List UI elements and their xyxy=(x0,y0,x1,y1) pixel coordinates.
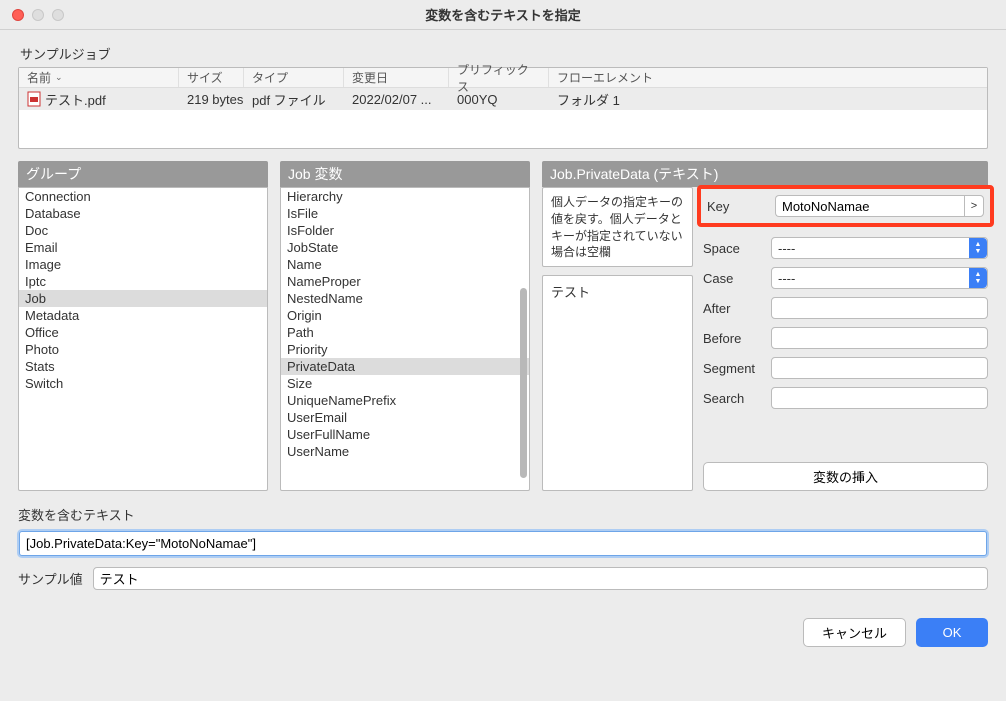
after-label: After xyxy=(703,301,761,316)
segment-input[interactable] xyxy=(771,357,988,379)
list-item[interactable]: Size xyxy=(281,375,529,392)
header-name[interactable]: 名前 ⌄ xyxy=(19,68,179,87)
list-item[interactable]: Database xyxy=(19,205,267,222)
list-item[interactable]: Image xyxy=(19,256,267,273)
cell-name: テスト.pdf xyxy=(19,88,179,111)
list-item[interactable]: JobState xyxy=(281,239,529,256)
list-item[interactable]: Email xyxy=(19,239,267,256)
list-item[interactable]: Name xyxy=(281,256,529,273)
list-item[interactable]: UniqueNamePrefix xyxy=(281,392,529,409)
table-row[interactable]: テスト.pdf 219 bytes pdf ファイル 2022/02/07 ..… xyxy=(19,88,987,110)
table-headers: 名前 ⌄ サイズ タイプ 変更日 プリフィックス フローエレメント xyxy=(19,68,987,88)
after-input[interactable] xyxy=(771,297,988,319)
dialog-footer: キャンセル OK xyxy=(0,600,1006,657)
cancel-button[interactable]: キャンセル xyxy=(803,618,906,647)
case-label: Case xyxy=(703,271,761,286)
sample-value-label: サンプル値 xyxy=(18,569,83,588)
insert-variable-button[interactable]: 変数の挿入 xyxy=(703,462,988,491)
list-item[interactable]: Path xyxy=(281,324,529,341)
list-item[interactable]: IsFile xyxy=(281,205,529,222)
close-window-button[interactable] xyxy=(12,9,24,21)
list-item[interactable]: NameProper xyxy=(281,273,529,290)
group-panel-header: グループ xyxy=(18,161,268,187)
cell-size: 219 bytes xyxy=(179,90,244,109)
cell-prefix: 000YQ xyxy=(449,90,549,109)
list-item[interactable]: Hierarchy xyxy=(281,188,529,205)
key-row-highlight: Key > xyxy=(697,185,994,227)
select-arrows-icon: ▲▼ xyxy=(969,268,987,288)
header-flow[interactable]: フローエレメント xyxy=(549,68,987,87)
sample-job-table: 名前 ⌄ サイズ タイプ 変更日 プリフィックス フローエレメント テスト.pd… xyxy=(18,67,988,149)
window-controls xyxy=(12,9,64,21)
header-date[interactable]: 変更日 xyxy=(344,68,449,87)
maximize-window-button xyxy=(52,9,64,21)
select-arrows-icon: ▲▼ xyxy=(969,238,987,258)
sample-value-input[interactable] xyxy=(93,567,988,590)
description-box: 個人データの指定キーの値を戻す。個人データとキーが指定されていない場合は空欄 xyxy=(542,187,693,267)
group-panel: グループ ConnectionDatabaseDocEmailImageIptc… xyxy=(18,161,268,491)
ok-button[interactable]: OK xyxy=(916,618,988,647)
vars-panel: Job 変数 HierarchyIsFileIsFolderJobStateNa… xyxy=(280,161,530,491)
list-item[interactable]: Switch xyxy=(19,375,267,392)
list-item[interactable]: Job xyxy=(19,290,267,307)
before-label: Before xyxy=(703,331,761,346)
details-panel: Job.PrivateData (テキスト) 個人データの指定キーの値を戻す。個… xyxy=(542,161,988,491)
variable-text-input[interactable] xyxy=(18,530,988,557)
details-panel-header: Job.PrivateData (テキスト) xyxy=(542,161,988,187)
list-item[interactable]: Origin xyxy=(281,307,529,324)
group-listbox[interactable]: ConnectionDatabaseDocEmailImageIptcJobMe… xyxy=(18,187,268,491)
list-item[interactable]: Doc xyxy=(19,222,267,239)
list-item[interactable]: PrivateData xyxy=(281,358,529,375)
list-item[interactable]: Iptc xyxy=(19,273,267,290)
list-item[interactable]: Priority xyxy=(281,341,529,358)
window-title: 変数を含むテキストを指定 xyxy=(12,5,994,24)
search-label: Search xyxy=(703,391,761,406)
list-item[interactable]: Metadata xyxy=(19,307,267,324)
list-item[interactable]: Office xyxy=(19,324,267,341)
vars-panel-header: Job 変数 xyxy=(280,161,530,187)
list-item[interactable]: UserName xyxy=(281,443,529,460)
before-input[interactable] xyxy=(771,327,988,349)
titlebar: 変数を含むテキストを指定 xyxy=(0,0,1006,30)
key-input[interactable] xyxy=(775,195,964,217)
vars-listbox[interactable]: HierarchyIsFileIsFolderJobStateNameNameP… xyxy=(280,187,530,491)
list-item[interactable]: Stats xyxy=(19,358,267,375)
header-type[interactable]: タイプ xyxy=(244,68,344,87)
cell-flow: フォルダ 1 xyxy=(549,88,987,111)
list-item[interactable]: UserEmail xyxy=(281,409,529,426)
cell-type: pdf ファイル xyxy=(244,88,344,111)
space-select[interactable]: ---- ▲▼ xyxy=(771,237,988,259)
minimize-window-button xyxy=(32,9,44,21)
list-item[interactable]: Connection xyxy=(19,188,267,205)
preview-box: テスト xyxy=(542,275,693,491)
space-label: Space xyxy=(703,241,761,256)
cell-date: 2022/02/07 ... xyxy=(344,90,449,109)
pdf-icon xyxy=(27,91,41,107)
header-prefix[interactable]: プリフィックス xyxy=(449,68,549,87)
list-item[interactable]: UserFullName xyxy=(281,426,529,443)
variable-text-label: 変数を含むテキスト xyxy=(18,505,988,524)
list-item[interactable]: Photo xyxy=(19,341,267,358)
scrollbar-thumb[interactable] xyxy=(520,288,527,478)
key-picker-button[interactable]: > xyxy=(964,195,984,217)
list-item[interactable]: IsFolder xyxy=(281,222,529,239)
list-item[interactable]: NestedName xyxy=(281,290,529,307)
key-label: Key xyxy=(707,199,765,214)
search-input[interactable] xyxy=(771,387,988,409)
chevron-down-icon: ⌄ xyxy=(55,72,63,83)
segment-label: Segment xyxy=(703,361,761,376)
header-size[interactable]: サイズ xyxy=(179,68,244,87)
case-select[interactable]: ---- ▲▼ xyxy=(771,267,988,289)
